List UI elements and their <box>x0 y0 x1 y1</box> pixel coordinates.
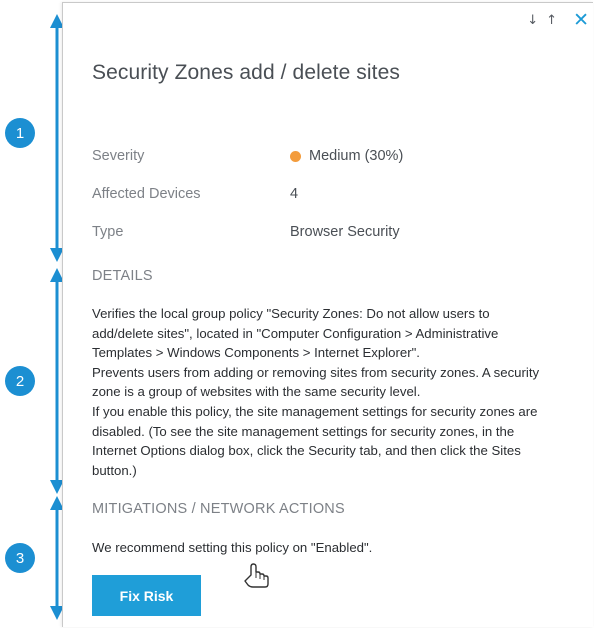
arrow-up-icon[interactable]: ↑ <box>546 13 557 28</box>
risk-info-table: Severity Medium (30%) Affected Devices 4… <box>92 137 552 251</box>
close-icon[interactable]: ✕ <box>573 11 589 30</box>
annotation-badge-1: 1 <box>5 118 35 148</box>
details-description: Verifies the local group policy "Securit… <box>92 304 592 480</box>
details-line: If you enable this policy, the site mana… <box>92 403 538 419</box>
fix-risk-button[interactable]: Fix Risk <box>92 575 201 616</box>
severity-value-wrap: Medium (30%) <box>290 148 403 164</box>
details-line: Prevents users from adding or removing s… <box>92 364 540 380</box>
info-row-severity: Severity Medium (30%) <box>92 137 552 175</box>
info-row-affected-devices: Affected Devices 4 <box>92 175 552 213</box>
affected-devices-value: 4 <box>290 186 299 202</box>
arrow-down-icon[interactable]: ↓ <box>527 13 538 28</box>
type-label: Type <box>92 224 124 240</box>
affected-devices-label: Affected Devices <box>92 186 201 202</box>
risk-detail-panel: ↓ ↑ ✕ Security Zones add / delete sites … <box>62 2 593 627</box>
info-row-type: Type Browser Security <box>92 213 552 251</box>
mitigations-heading: MITIGATIONS / NETWORK ACTIONS <box>92 501 345 517</box>
severity-dot-icon <box>290 150 301 162</box>
annotation-badge-3: 3 <box>5 543 35 573</box>
panel-toolbar: ↓ ↑ ✕ <box>519 11 589 30</box>
details-line: zone is a group of websites with the sam… <box>92 384 421 400</box>
details-heading: DETAILS <box>92 268 153 284</box>
details-line: Internet Options dialog box, click the S… <box>92 443 521 459</box>
page-title: Security Zones add / delete sites <box>92 61 400 84</box>
severity-label: Severity <box>92 148 145 164</box>
details-line: Verifies the local group policy "Securit… <box>92 306 490 321</box>
stage: 1 2 3 ↓ ↑ ✕ Security Zones add / delete … <box>0 0 594 628</box>
hand-pointer-icon <box>244 563 269 588</box>
details-line: disabled. (To see the site management se… <box>92 423 515 439</box>
annotation-badge-2: 2 <box>5 366 35 396</box>
details-line: Templates > Windows Components > Interne… <box>92 345 420 361</box>
panel-body: ↓ ↑ ✕ Security Zones add / delete sites … <box>63 3 593 627</box>
details-line: button.) <box>92 462 137 478</box>
severity-value: Medium (30%) <box>309 148 404 164</box>
mitigation-recommendation: We recommend setting this policy on "Ena… <box>92 540 373 555</box>
annotation-arrows <box>50 14 64 620</box>
type-value: Browser Security <box>290 224 400 240</box>
details-line: add/delete sites", located in "Computer … <box>92 325 499 341</box>
